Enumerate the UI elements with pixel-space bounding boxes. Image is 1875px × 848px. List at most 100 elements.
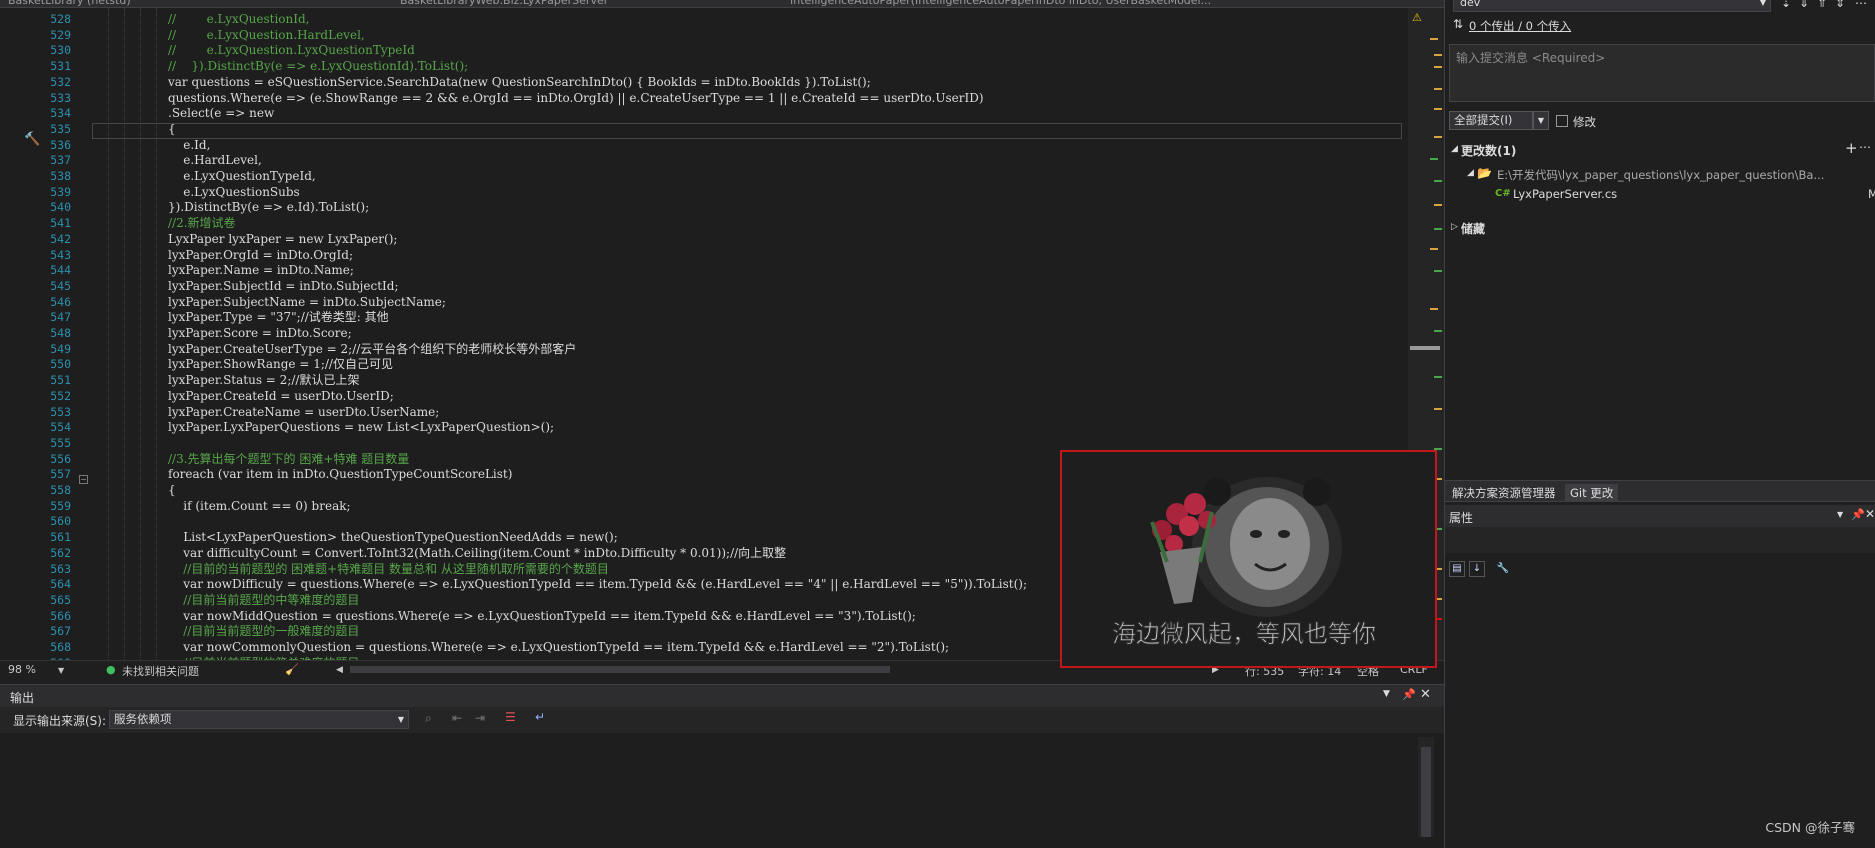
- pull-icon[interactable]: ⇓: [1799, 0, 1809, 10]
- code-line[interactable]: lyxPaper.OrgId = inDto.OrgId;: [168, 248, 353, 264]
- code-line[interactable]: lyxPaper.CreateName = userDto.UserName;: [168, 405, 439, 421]
- collapsed-arrow-icon[interactable]: ▷: [1451, 222, 1458, 232]
- fetch-icon[interactable]: ⇣: [1781, 0, 1791, 10]
- fold-toggle[interactable]: −: [79, 475, 88, 484]
- expand-arrow-icon[interactable]: ◢: [1467, 168, 1474, 178]
- word-wrap-icon[interactable]: ↵: [535, 710, 545, 724]
- amend-checkbox[interactable]: [1556, 115, 1568, 127]
- code-line[interactable]: // e.LyxQuestion.LyxQuestionTypeId: [168, 43, 415, 59]
- zoom-level[interactable]: 98 %: [8, 663, 36, 676]
- code-line[interactable]: //2.新增试卷: [168, 216, 236, 232]
- changed-folder-path[interactable]: E:\开发代码\lyx_paper_questions\lyx_paper_qu…: [1497, 167, 1824, 183]
- stage-all-icon[interactable]: +: [1845, 139, 1858, 157]
- output-source-select[interactable]: 服务依赖项 ▼: [109, 710, 409, 729]
- branch-selector[interactable]: dev ▼: [1453, 0, 1771, 12]
- prev-message-icon[interactable]: ⇤: [452, 711, 462, 725]
- code-cleanup-icon[interactable]: 🧹: [285, 663, 299, 676]
- tab-project[interactable]: BasketLibrary (netstd): [8, 0, 131, 7]
- commit-all-label: 全部提交(I): [1454, 113, 1513, 127]
- folder-icon: 📂: [1477, 166, 1492, 180]
- code-line[interactable]: //目前当前题型的一般难度的题目: [168, 624, 359, 640]
- find-message-icon[interactable]: ⌕: [425, 711, 432, 726]
- code-line[interactable]: if (item.Count == 0) break;: [168, 499, 350, 515]
- code-line[interactable]: foreach (var item in inDto.QuestionTypeC…: [168, 467, 512, 483]
- code-line[interactable]: LyxPaper lyxPaper = new LyxPaper();: [168, 232, 397, 248]
- panel-dropdown-icon[interactable]: ▼: [1383, 689, 1390, 699]
- issues-status[interactable]: 未找到相关问题: [122, 663, 199, 679]
- output-scrollbar[interactable]: [1418, 737, 1434, 837]
- code-line[interactable]: var nowDifficuly = questions.Where(e => …: [168, 577, 1027, 593]
- zoom-dropdown-icon[interactable]: ▼: [58, 666, 64, 675]
- code-line[interactable]: lyxPaper.SubjectName = inDto.SubjectName…: [168, 295, 446, 311]
- code-line[interactable]: var difficultyCount = Convert.ToInt32(Ma…: [168, 546, 786, 562]
- push-icon[interactable]: ⇑: [1817, 0, 1827, 10]
- code-line[interactable]: lyxPaper.CreateId = userDto.UserID;: [168, 389, 394, 405]
- changes-header[interactable]: 更改数(1): [1461, 142, 1516, 159]
- code-line[interactable]: e.LyxQuestionTypeId,: [168, 169, 315, 185]
- categorized-icon[interactable]: ▤: [1449, 561, 1465, 577]
- horizontal-scrollbar[interactable]: [350, 666, 890, 673]
- code-line[interactable]: questions.Where(e => (e.ShowRange == 2 &…: [168, 91, 984, 107]
- panel-dropdown-icon[interactable]: ▼: [1837, 510, 1843, 519]
- ruler-marker: [1430, 308, 1438, 310]
- stashes-header[interactable]: 储藏: [1461, 220, 1485, 237]
- code-line[interactable]: //3.先算出每个题型下的 困难+特难 题目数量: [168, 452, 409, 468]
- chevron-down-icon: ▼: [1759, 0, 1766, 7]
- code-line[interactable]: }).DistinctBy(e => e.Id).ToList();: [168, 200, 369, 216]
- code-line[interactable]: var nowCommonlyQuestion = questions.Wher…: [168, 640, 949, 656]
- changed-file-name[interactable]: LyxPaperServer.cs: [1513, 187, 1617, 201]
- scroll-thumb-marker[interactable]: [1410, 346, 1440, 350]
- code-line[interactable]: lyxPaper.Score = inDto.Score;: [168, 326, 352, 342]
- ruler-marker: [1434, 204, 1442, 206]
- next-message-icon[interactable]: ⇥: [475, 711, 485, 725]
- commit-message-input[interactable]: 输入提交消息 <Required>: [1449, 44, 1875, 102]
- tab-git-changes[interactable]: Git 更改: [1565, 484, 1619, 502]
- property-pages-icon[interactable]: 🔧: [1495, 561, 1511, 577]
- code-line[interactable]: // e.LyxQuestion.HardLevel,: [168, 28, 365, 44]
- line-number: 559: [50, 498, 71, 513]
- code-line[interactable]: e.LyxQuestionSubs: [168, 185, 299, 201]
- more-options-icon[interactable]: ⋯: [1855, 0, 1867, 10]
- scroll-left-icon[interactable]: ◀: [336, 665, 343, 675]
- more-actions-icon[interactable]: ⋯: [1859, 140, 1871, 154]
- clear-all-icon[interactable]: ☰: [505, 710, 516, 724]
- commit-options-dropdown[interactable]: ▼: [1533, 111, 1549, 130]
- code-line[interactable]: lyxPaper.LyxPaperQuestions = new List<Ly…: [168, 420, 554, 436]
- code-line[interactable]: // }).DistinctBy(e => e.LyxQuestionId).T…: [168, 59, 468, 75]
- warning-icon[interactable]: ⚠: [1412, 11, 1422, 24]
- code-line[interactable]: //目前的当前题型的 困难题+特难题目 数量总和 从这里随机取所需要的个数题目: [168, 562, 609, 578]
- tab-class[interactable]: BasketLibraryWeb.Biz.LyxPaperServer: [400, 0, 608, 7]
- sync-icon[interactable]: ⇕: [1835, 0, 1845, 10]
- tab-member[interactable]: IntelligenceAutoPaper(IntelligenceAutoPa…: [790, 0, 1390, 7]
- commit-all-button[interactable]: 全部提交(I): [1449, 111, 1533, 130]
- alphabetical-icon[interactable]: ↓: [1469, 561, 1485, 577]
- chevron-down-icon: ▼: [397, 715, 404, 724]
- code-line[interactable]: var nowMiddQuestion = questions.Where(e …: [168, 609, 916, 625]
- code-line[interactable]: {: [168, 122, 176, 138]
- code-line[interactable]: lyxPaper.ShowRange = 1;//仅自己可见: [168, 357, 393, 373]
- pin-icon[interactable]: 📌: [1851, 508, 1865, 521]
- outgoing-incoming-link[interactable]: 0 个传出 / 0 个传入: [1469, 18, 1571, 34]
- properties-object-bar[interactable]: [1445, 527, 1875, 553]
- expand-arrow-icon[interactable]: ◢: [1451, 144, 1458, 154]
- close-icon[interactable]: ✕: [1420, 687, 1431, 702]
- ruler-marker: [1434, 108, 1442, 110]
- quick-actions-hammer-icon[interactable]: 🔨: [24, 132, 40, 147]
- output-scroll-thumb[interactable]: [1421, 747, 1431, 837]
- code-line[interactable]: List<LyxPaperQuestion> theQuestionTypeQu…: [168, 530, 618, 546]
- code-line[interactable]: lyxPaper.SubjectId = inDto.SubjectId;: [168, 279, 399, 295]
- code-line[interactable]: e.HardLevel,: [168, 153, 262, 169]
- code-line[interactable]: .Select(e => new: [168, 106, 274, 122]
- code-line[interactable]: lyxPaper.Type = "37";//试卷类型: 其他: [168, 310, 389, 326]
- code-line[interactable]: lyxPaper.Name = inDto.Name;: [168, 263, 354, 279]
- code-line[interactable]: //目前当前题型的中等难度的题目: [168, 593, 359, 609]
- code-line[interactable]: var questions = eSQuestionService.Search…: [168, 75, 871, 91]
- code-line[interactable]: lyxPaper.CreateUserType = 2;//云平台各个组织下的老…: [168, 342, 576, 358]
- code-line[interactable]: // e.LyxQuestionId,: [168, 12, 310, 28]
- tab-solution-explorer[interactable]: 解决方案资源管理器: [1447, 484, 1561, 502]
- code-line[interactable]: e.Id,: [168, 138, 210, 154]
- code-line[interactable]: {: [168, 483, 176, 499]
- code-line[interactable]: lyxPaper.Status = 2;//默认已上架: [168, 373, 359, 389]
- pin-icon[interactable]: 📌: [1402, 688, 1416, 701]
- close-icon[interactable]: ✕: [1865, 507, 1875, 521]
